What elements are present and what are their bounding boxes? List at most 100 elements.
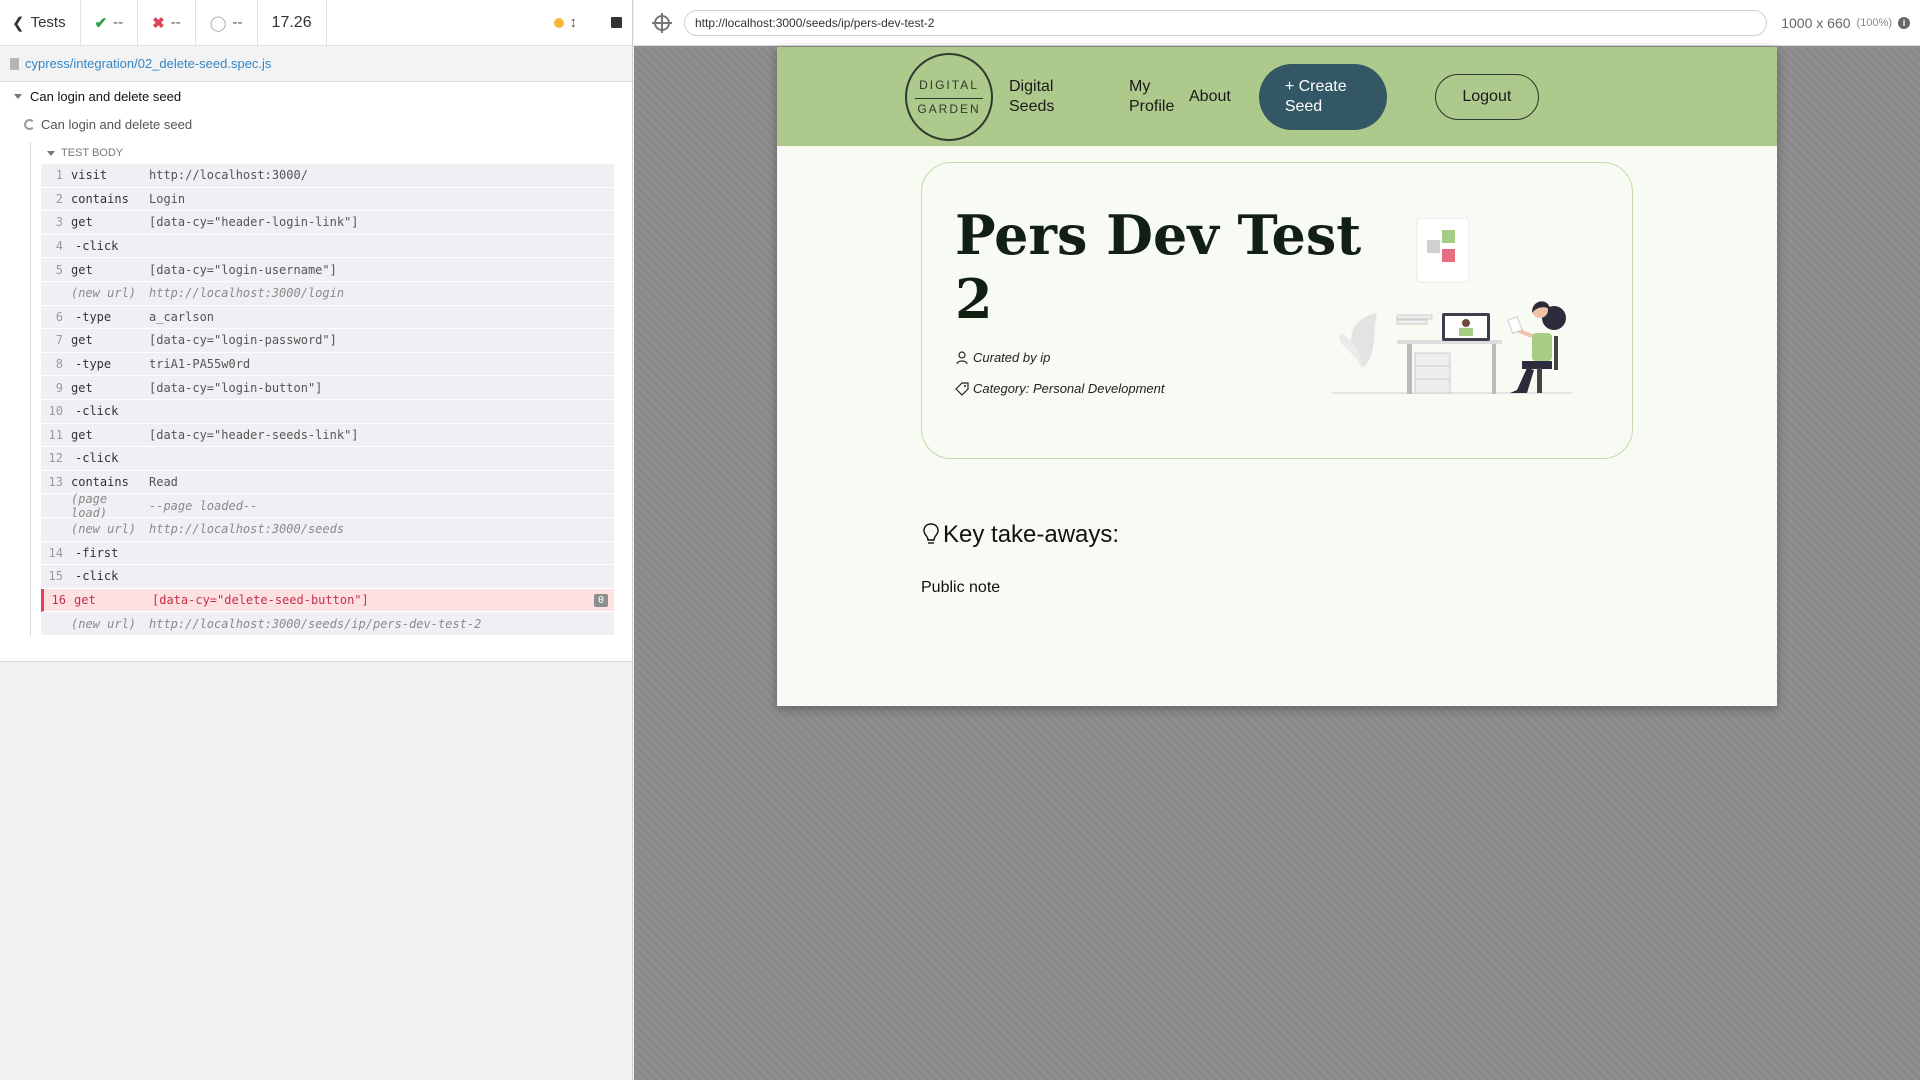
digital-garden-logo[interactable]: DIGITAL GARDEN <box>905 52 993 141</box>
command-name: (new url) <box>71 286 137 301</box>
command-number: 7 <box>55 333 63 348</box>
circle-icon: ◯ <box>209 14 227 32</box>
command-row[interactable]: (new url) http://localhost:3000/login <box>41 281 614 306</box>
command-number: 15 <box>48 569 63 584</box>
command-row[interactable]: 16 get [data-cy="delete-seed-button"] 0 <box>41 588 614 613</box>
command-row[interactable]: 10 -click <box>41 399 614 424</box>
key-takeaways-heading: Key take-aways: <box>921 521 1119 549</box>
pending-count: -- <box>232 14 243 31</box>
command-number: 9 <box>55 380 63 395</box>
command-number: 14 <box>48 545 63 560</box>
command-log: 1 visit http://localhost:3000/2 contains Log… <box>41 164 614 636</box>
command-name: -type <box>75 309 112 324</box>
public-note: Public note <box>921 579 1001 596</box>
chevron-left-icon: ❮ <box>12 14 25 32</box>
command-number: 11 <box>48 427 63 442</box>
command-number: 4 <box>55 239 63 254</box>
file-icon <box>10 57 19 70</box>
command-name: (new url) <box>71 616 137 631</box>
pending-stat: ◯ -- <box>196 0 258 45</box>
command-row[interactable]: 3 get [data-cy="header-login-link"] <box>41 211 614 235</box>
test-body: TEST BODY 1 visit http://localhost:3000/2 c… <box>30 142 632 636</box>
command-row[interactable]: 8 -type triA1-PA55w0rd <box>41 352 614 377</box>
command-row[interactable]: 5 get [data-cy="login-username"] <box>41 258 614 282</box>
command-row[interactable]: 15 -click <box>41 565 614 589</box>
command-row[interactable]: (new url) http://localhost:3000/seeds <box>41 517 614 542</box>
command-name: contains <box>71 191 129 206</box>
test-body-header[interactable]: TEST BODY <box>41 142 632 164</box>
command-message: http://localhost:3000/seeds <box>149 522 345 537</box>
element-count-badge: 0 <box>593 593 608 607</box>
command-row[interactable]: 6 -type a_carlson <box>41 305 614 330</box>
command-row[interactable]: (page load) --page loaded-- <box>41 491 614 520</box>
nav-my-profile-link[interactable]: My Profile <box>1129 77 1189 117</box>
aut-header: http://localhost:3000/seeds/ip/pers-dev-… <box>634 0 1920 46</box>
command-row[interactable]: 12 -click <box>41 447 614 471</box>
viewport-info: 1000 x 660 (100%) i <box>1781 15 1910 31</box>
command-number: 13 <box>48 475 63 490</box>
command-name: get <box>74 592 96 607</box>
command-row[interactable]: 7 get [data-cy="login-password"] <box>41 329 614 353</box>
nav-digital-seeds-link[interactable]: Digital Seeds <box>1009 77 1069 117</box>
check-icon: ✔ <box>94 14 108 32</box>
command-message: Read <box>149 475 178 490</box>
command-name: -click <box>75 569 119 584</box>
command-message: [data-cy="login-password"] <box>149 333 337 348</box>
command-row[interactable]: (new url) http://localhost:3000/seeds/ip/… <box>41 612 614 636</box>
command-row[interactable]: 14 -first <box>41 541 614 566</box>
command-name: -click <box>75 451 119 466</box>
command-name: -click <box>75 239 119 254</box>
x-icon: ✖ <box>152 14 165 32</box>
suite-title-label: Can login and delete seed <box>30 88 182 104</box>
running-indicator-icon <box>553 17 564 28</box>
tag-icon <box>955 381 969 396</box>
command-name: -type <box>75 357 112 372</box>
info-icon[interactable]: i <box>1898 16 1910 29</box>
spec-file-bar: cypress/integration/02_delete-seed.spec.… <box>0 46 632 82</box>
scroll-toggle-icon[interactable]: ↕ <box>570 14 578 31</box>
selector-playground-icon[interactable] <box>652 12 672 33</box>
logout-button[interactable]: Logout <box>1434 73 1539 120</box>
command-row[interactable]: 4 -click <box>41 234 614 259</box>
command-name: contains <box>71 475 129 490</box>
command-number: 12 <box>48 451 63 466</box>
command-name: get <box>71 262 93 277</box>
seed-category-text: Category: Personal Development <box>973 381 1165 396</box>
suite-title[interactable]: Can login and delete seed <box>0 82 632 110</box>
command-number: 2 <box>55 191 63 206</box>
command-name: -first <box>75 545 119 560</box>
create-seed-button[interactable]: + Create Seed <box>1258 63 1387 130</box>
command-row[interactable]: 1 visit http://localhost:3000/ <box>41 164 614 188</box>
tests-button[interactable]: ❮ Tests <box>0 0 81 45</box>
caret-down-icon <box>47 150 55 156</box>
spec-file-link[interactable]: cypress/integration/02_delete-seed.spec.… <box>25 56 271 71</box>
test-title-label: Can login and delete seed <box>41 116 193 132</box>
viewport-zoom: (100%) <box>1856 16 1892 29</box>
command-row[interactable]: 2 contains Login <box>41 187 614 212</box>
running-spinner-icon <box>24 118 35 130</box>
nav-about-link[interactable]: About <box>1189 87 1231 107</box>
key-takeaways-text: Key take-aways: <box>943 521 1120 548</box>
test-title[interactable]: Can login and delete seed <box>0 110 632 138</box>
stats-bar: ❮ Tests ✔ -- ✖ -- ◯ -- 17.26 ↕ <box>0 0 632 46</box>
test-body-label: TEST BODY <box>61 147 124 159</box>
seed-card: Pers Dev Test 2 Curated by ip Category: … <box>921 162 1633 459</box>
command-message: [data-cy="login-button"] <box>149 380 323 395</box>
command-message: a_carlson <box>149 309 215 324</box>
command-message: http://localhost:3000/login <box>149 286 345 301</box>
command-message: [data-cy="header-seeds-link"] <box>149 427 359 442</box>
reporter-panel: ❮ Tests ✔ -- ✖ -- ◯ -- 17.26 ↕ cypress/i… <box>0 0 633 1080</box>
url-text: http://localhost:3000/seeds/ip/pers-dev-… <box>695 15 935 30</box>
command-name: (new url) <box>71 522 137 537</box>
command-name: (page load) <box>71 491 108 520</box>
command-message: http://localhost:3000/ <box>149 168 308 183</box>
stats-spacer <box>327 0 540 45</box>
command-message: triA1-PA55w0rd <box>149 357 251 372</box>
url-bar[interactable]: http://localhost:3000/seeds/ip/pers-dev-… <box>684 9 1768 36</box>
command-row[interactable]: 11 get [data-cy="header-seeds-link"] <box>41 423 614 448</box>
command-message: [data-cy="header-login-link"] <box>149 215 359 230</box>
app-header: DIGITAL GARDEN Digital Seeds My Profile … <box>777 47 1777 146</box>
command-row[interactable]: 9 get [data-cy="login-button"] <box>41 376 614 400</box>
stop-icon[interactable] <box>611 17 622 28</box>
seed-category: Category: Personal Development <box>955 381 1165 396</box>
